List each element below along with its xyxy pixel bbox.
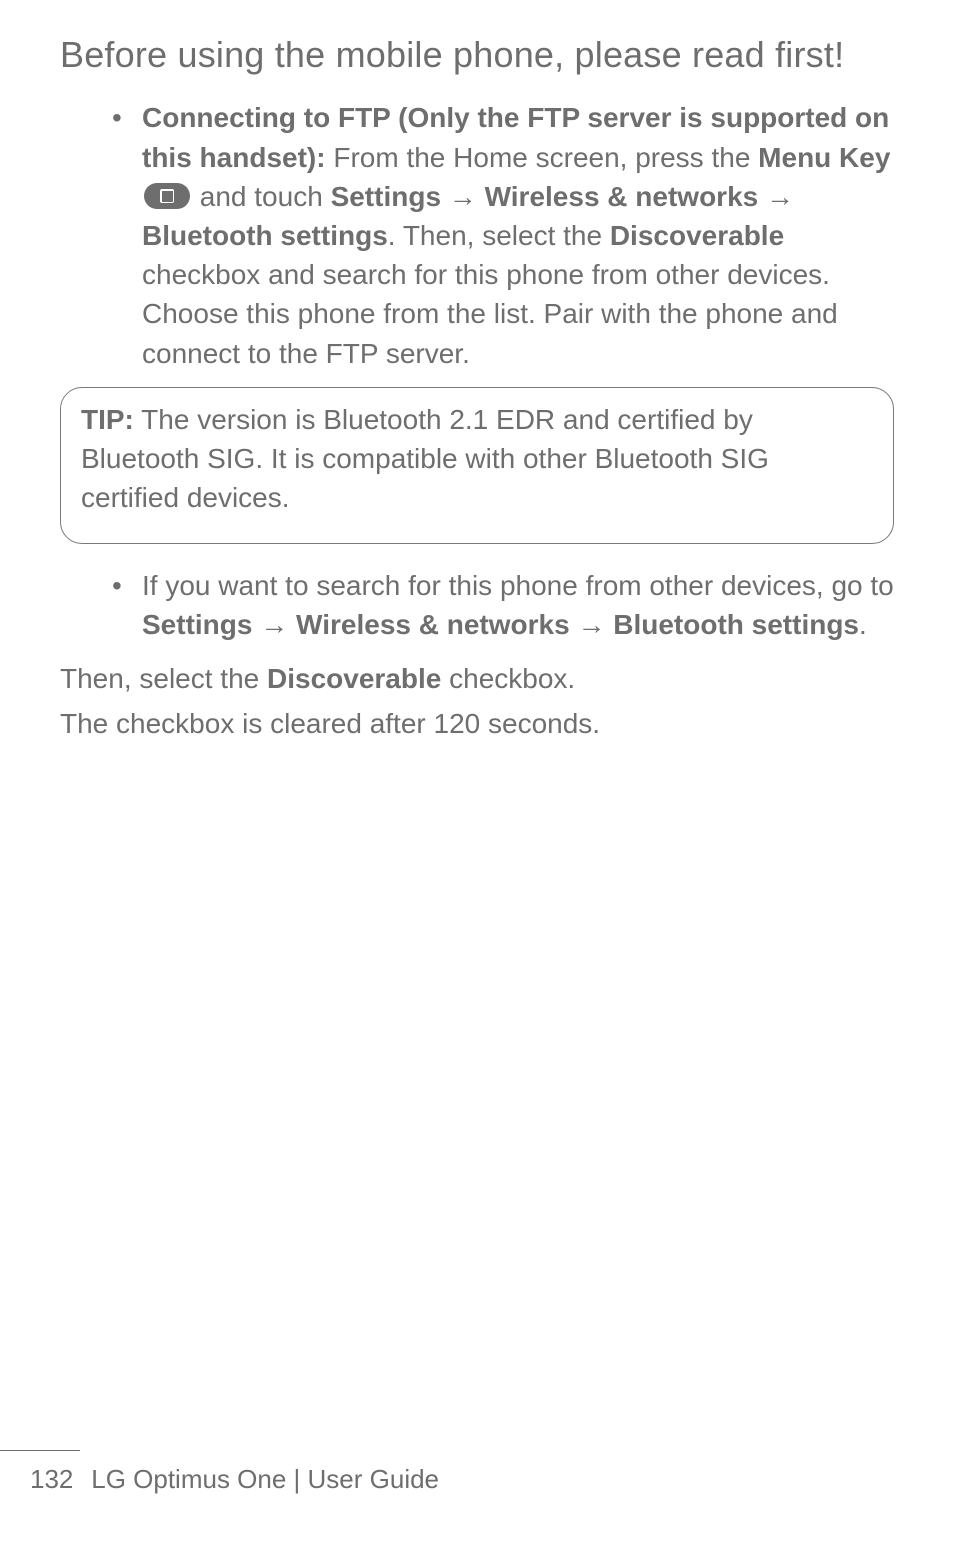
arrow: → <box>441 181 485 212</box>
period: . <box>859 609 867 640</box>
discoverable-label: Discoverable <box>610 220 784 251</box>
arrow: → <box>252 609 296 640</box>
footer-sep: | <box>286 1464 307 1494</box>
footer-rule <box>0 1450 80 1451</box>
arrow: → <box>570 609 614 640</box>
page-footer: 132 LG Optimus One | User Guide <box>0 1450 954 1497</box>
bullet-seg2: and touch <box>192 181 331 212</box>
menu-key-label: Menu Key <box>758 142 890 173</box>
nav-settings: Settings <box>331 181 441 212</box>
bullet2-seg1: If you want to search for this phone fro… <box>142 570 894 601</box>
after1-seg1: Then, select the <box>60 663 267 694</box>
nav-wireless: Wireless & networks <box>485 181 759 212</box>
footer-guide: User Guide <box>308 1464 440 1494</box>
bullet-ftp: Connecting to FTP (Only the FTP server i… <box>60 98 894 372</box>
bullet-search: If you want to search for this phone fro… <box>60 566 894 644</box>
page-title: Before using the mobile phone, please re… <box>60 30 894 80</box>
after1-seg2: checkbox. <box>441 663 575 694</box>
footer-product: LG Optimus One <box>91 1464 286 1494</box>
nav-wireless: Wireless & networks <box>296 609 570 640</box>
nav-settings: Settings <box>142 609 252 640</box>
nav-bt-settings: Bluetooth settings <box>142 220 388 251</box>
tip-box: TIP: The version is Bluetooth 2.1 EDR an… <box>60 387 894 545</box>
bullet-seg4: checkbox and search for this phone from … <box>142 259 838 368</box>
then-select-line: Then, select the Discoverable checkbox. <box>60 659 894 698</box>
checkbox-cleared-line: The checkbox is cleared after 120 second… <box>60 704 894 743</box>
discoverable-label: Discoverable <box>267 663 441 694</box>
bullet-seg1: From the Home screen, press the <box>326 142 759 173</box>
menu-key-icon <box>144 183 190 209</box>
bullet-seg3: . Then, select the <box>388 220 610 251</box>
page-number: 132 <box>30 1461 84 1497</box>
tip-body: The version is Bluetooth 2.1 EDR and cer… <box>81 404 769 513</box>
tip-label: TIP: <box>81 404 134 435</box>
nav-bt-settings: Bluetooth settings <box>613 609 859 640</box>
arrow: → <box>758 181 794 212</box>
